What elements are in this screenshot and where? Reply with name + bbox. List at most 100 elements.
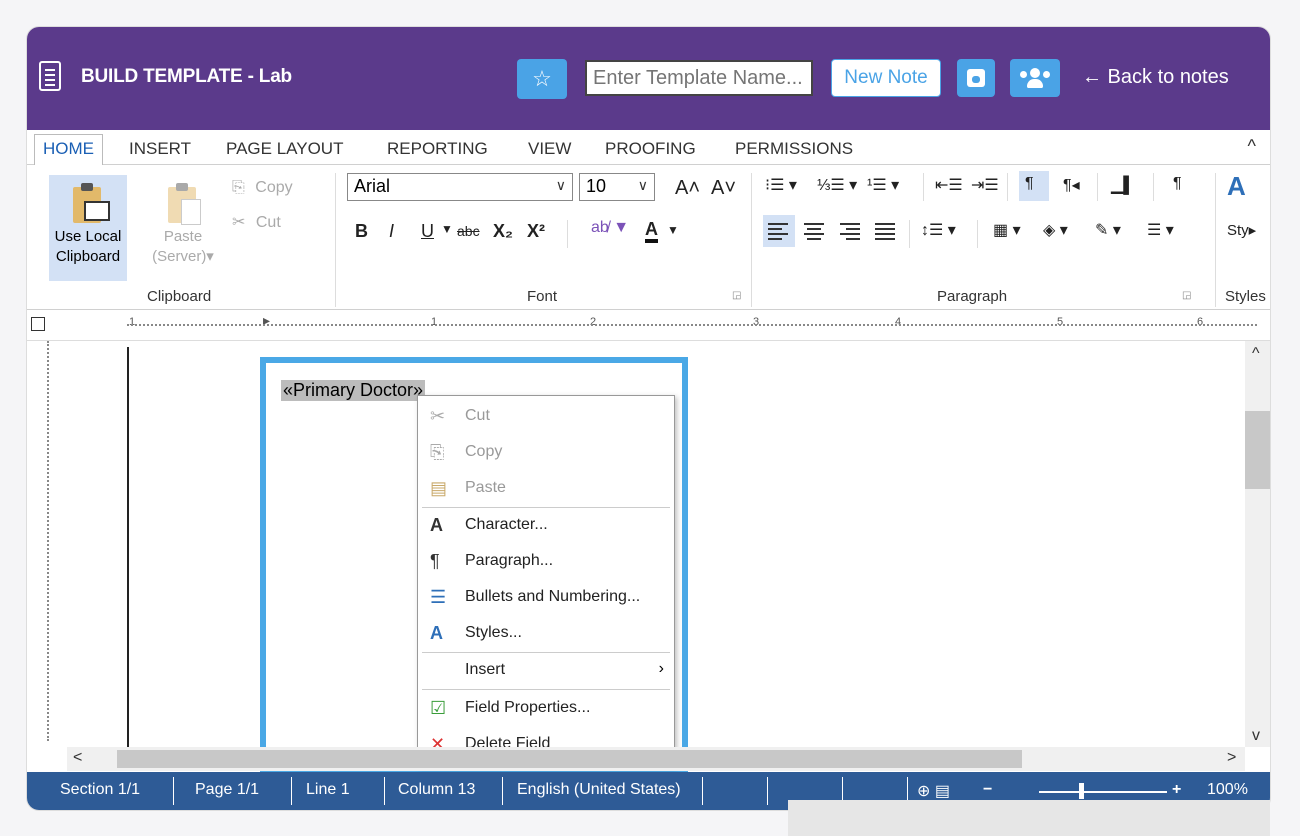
- borders-button[interactable]: ▦ ▾: [993, 220, 1021, 240]
- rtl-paragraph-button[interactable]: ¶◂: [1063, 175, 1080, 195]
- menu-item-paragraph[interactable]: ¶ Paragraph...: [418, 545, 674, 579]
- vertical-scroll-thumb[interactable]: [1245, 411, 1270, 489]
- scroll-down-icon[interactable]: v: [1252, 727, 1260, 745]
- status-column: Column 13: [398, 781, 476, 798]
- template-name-input[interactable]: [585, 60, 813, 96]
- scroll-left-icon[interactable]: <: [73, 749, 82, 767]
- scissors-icon: ✂: [430, 406, 446, 426]
- tab-insert[interactable]: INSERT: [129, 139, 191, 159]
- font-size-select[interactable]: 10 ∨: [579, 173, 655, 201]
- align-left-icon[interactable]: [768, 223, 794, 241]
- copy-button[interactable]: ⎘ Copy: [232, 179, 293, 197]
- decrease-indent-button[interactable]: ⇤☰: [935, 175, 963, 195]
- vertical-scrollbar[interactable]: ^ v: [1245, 341, 1270, 747]
- paste-icon: [165, 181, 201, 225]
- grow-font-button[interactable]: A˄: [675, 177, 700, 200]
- subscript-button[interactable]: X₂: [493, 221, 513, 242]
- merge-field[interactable]: «Primary Doctor»: [281, 380, 426, 401]
- status-language[interactable]: English (United States): [517, 781, 681, 799]
- underline-button[interactable]: U: [421, 221, 434, 242]
- use-local-clipboard-button[interactable]: Use Local Clipboard: [45, 175, 131, 267]
- horizontal-scrollbar[interactable]: < >: [67, 747, 1245, 771]
- break-icon[interactable]: ▁▌: [1111, 175, 1135, 195]
- numbering-button[interactable]: ⅓☰ ▾: [817, 175, 857, 195]
- styles-group-label: Styles: [1225, 288, 1266, 305]
- align-right-icon[interactable]: [840, 223, 866, 241]
- bold-button[interactable]: B: [355, 221, 368, 242]
- zoom-slider[interactable]: [1039, 791, 1167, 793]
- ltr-paragraph-button[interactable]: ¶: [1025, 175, 1034, 193]
- menu-item-field-properties[interactable]: ☑ Field Properties...: [418, 692, 674, 726]
- justify-icon[interactable]: [875, 223, 901, 241]
- multilevel-list-button[interactable]: ¹☰ ▾: [867, 175, 899, 195]
- clipboard-group-label: Clipboard: [147, 288, 212, 305]
- menu-item-paste[interactable]: ▤ Paste: [418, 472, 674, 506]
- paragraph-dialog-launcher-icon[interactable]: ◲: [1182, 290, 1191, 301]
- shrink-font-button[interactable]: A˅: [711, 177, 736, 200]
- paragraph-group-label: Paragraph: [937, 288, 1008, 305]
- show-formatting-button[interactable]: ¶: [1173, 175, 1182, 193]
- cut-button[interactable]: ✂ Cut: [232, 212, 281, 232]
- menu-item-copy[interactable]: ⎘ Copy: [418, 436, 674, 470]
- app-window: BUILD TEMPLATE - Lab ☆ New Note ← Back t…: [27, 27, 1270, 810]
- line-style-button[interactable]: ☰ ▾: [1147, 220, 1174, 240]
- favorite-button[interactable]: ☆: [517, 59, 567, 99]
- paragraph-icon: ¶: [430, 551, 440, 571]
- paste-server-button[interactable]: Paste (Server)▾: [141, 175, 225, 267]
- styles-icon: A: [430, 623, 443, 643]
- tab-permissions[interactable]: PERMISSIONS: [735, 139, 853, 159]
- save-button[interactable]: [957, 59, 995, 97]
- align-center-icon[interactable]: [804, 223, 830, 241]
- status-section: Section 1/1: [60, 781, 141, 798]
- ruler-mark: 3: [753, 316, 760, 328]
- ruler-mark: 1: [129, 316, 136, 328]
- tab-stop-selector[interactable]: [31, 317, 45, 331]
- zoom-out-button[interactable]: −: [983, 781, 992, 799]
- status-line: Line 1: [306, 781, 350, 798]
- tab-page-layout[interactable]: PAGE LAYOUT: [226, 139, 343, 159]
- zoom-in-button[interactable]: +: [1172, 781, 1181, 799]
- new-note-button[interactable]: New Note: [831, 59, 941, 97]
- collapse-ribbon-button[interactable]: ^: [1248, 136, 1256, 157]
- font-color-dropdown[interactable]: ▼: [667, 223, 679, 237]
- scroll-right-icon[interactable]: >: [1227, 749, 1236, 767]
- underline-dropdown[interactable]: ▼: [441, 222, 453, 236]
- italic-button[interactable]: I: [389, 221, 394, 242]
- ruler-mark: 1: [431, 316, 438, 328]
- zoom-slider-handle[interactable]: [1079, 783, 1084, 799]
- superscript-button[interactable]: X²: [527, 221, 545, 242]
- tab-proofing[interactable]: PROOFING: [605, 139, 696, 159]
- horizontal-scroll-thumb[interactable]: [117, 750, 1022, 768]
- indent-marker[interactable]: ▸: [263, 312, 270, 329]
- view-mode-icon[interactable]: ⊕ ▤: [917, 781, 950, 801]
- scroll-up-icon[interactable]: ^: [1252, 345, 1260, 363]
- tab-reporting[interactable]: REPORTING: [387, 139, 488, 159]
- bullets-button[interactable]: ⁝☰ ▾: [765, 175, 797, 195]
- font-group-label: Font: [527, 288, 558, 305]
- shading-button[interactable]: ◈ ▾: [1043, 220, 1068, 240]
- styles-gallery-icon[interactable]: A: [1227, 171, 1246, 202]
- tab-home[interactable]: HOME: [34, 134, 103, 166]
- status-page: Page 1/1: [195, 781, 260, 798]
- increase-indent-button[interactable]: ⇥☰: [971, 175, 999, 195]
- font-color-icon[interactable]: A: [645, 219, 658, 243]
- line-spacing-button[interactable]: ↕☰ ▾: [921, 220, 956, 240]
- menu-item-insert[interactable]: Insert ›: [418, 654, 674, 688]
- chevron-down-icon: ∨: [555, 177, 566, 193]
- share-users-button[interactable]: [1010, 59, 1060, 97]
- styles-button[interactable]: Sty▸: [1227, 221, 1256, 239]
- paste-icon: ▤: [430, 478, 448, 498]
- font-dialog-launcher-icon[interactable]: ◲: [732, 290, 741, 301]
- pen-color-button[interactable]: ✎ ▾: [1095, 220, 1121, 240]
- ruler-mark: 6: [1197, 316, 1204, 328]
- font-name-select[interactable]: Arial ∨: [347, 173, 573, 201]
- highlight-icon[interactable]: ab̸ ▼: [591, 219, 629, 237]
- menu-item-cut[interactable]: ✂ Cut: [418, 400, 674, 434]
- menu-item-styles[interactable]: A Styles...: [418, 617, 674, 651]
- back-to-notes-link[interactable]: ← Back to notes: [1082, 66, 1229, 89]
- strikethrough-button[interactable]: abc: [457, 223, 480, 239]
- tab-view[interactable]: VIEW: [528, 139, 571, 159]
- vertical-ruler: [27, 341, 67, 771]
- menu-item-character[interactable]: A Character...: [418, 509, 674, 543]
- menu-item-bullets[interactable]: ☰ Bullets and Numbering...: [418, 581, 674, 615]
